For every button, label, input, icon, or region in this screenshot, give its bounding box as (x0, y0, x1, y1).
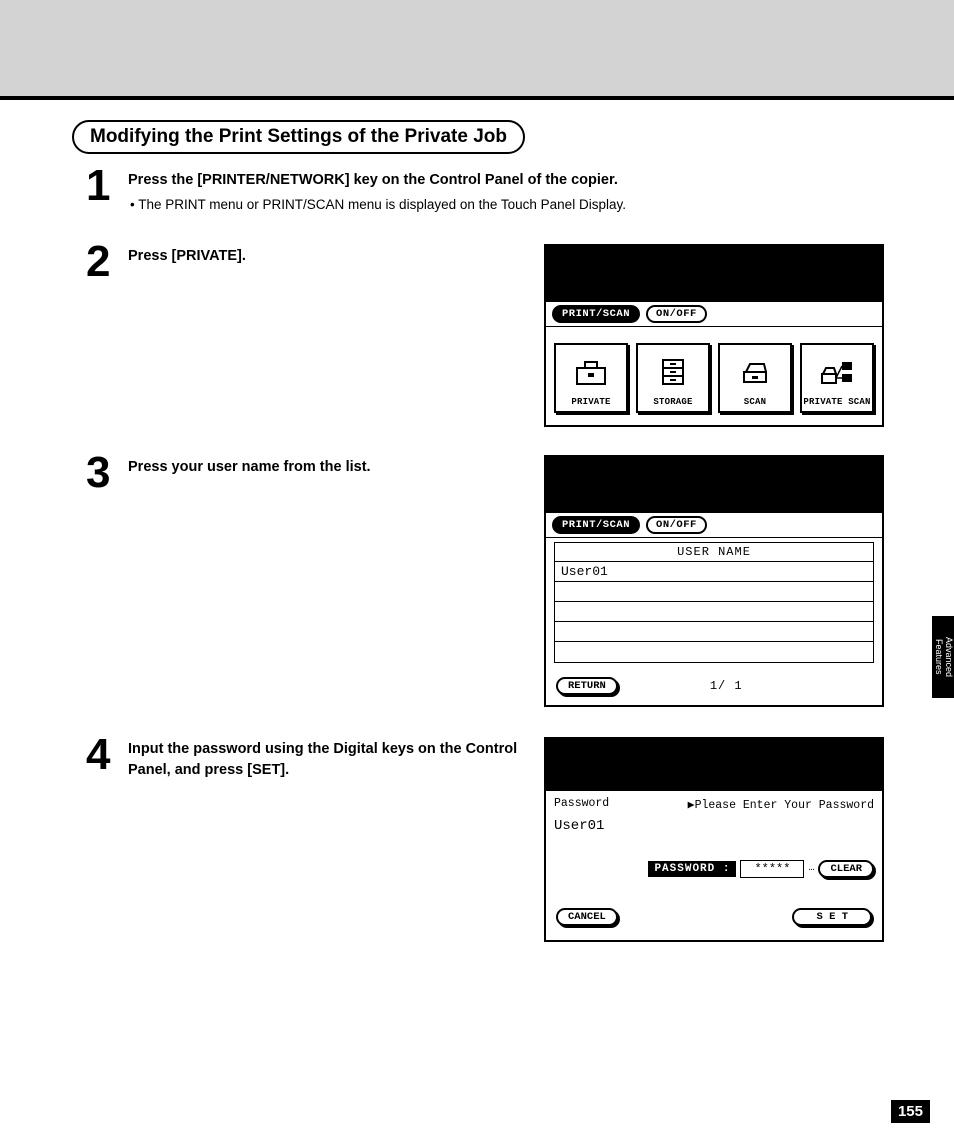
step-number: 2 (86, 240, 128, 284)
header-gray-band (0, 0, 954, 96)
user-row-empty[interactable] (555, 622, 873, 642)
step-3: 3 Press your user name from the list. PR… (86, 455, 884, 707)
panel-black-area (546, 246, 882, 302)
set-button[interactable]: S E T (792, 908, 872, 926)
password-field-label: PASSWORD : (648, 861, 736, 877)
step-instruction: Press [PRIVATE]. (128, 246, 528, 267)
panel-black-area (546, 457, 882, 513)
section-title-pill: Modifying the Print Settings of the Priv… (72, 120, 525, 154)
password-prompt: ▶Please Enter Your Password (688, 797, 874, 812)
panel-black-area (546, 739, 882, 791)
icon-label: PRIVATE (571, 397, 610, 407)
user-row[interactable]: User01 (555, 562, 873, 582)
step-number: 3 (86, 451, 128, 495)
page-indicator: 1/ 1 (710, 679, 743, 693)
step-2: 2 Press [PRIVATE]. PRINT/SCAN ON/OFF PRI… (86, 244, 884, 427)
page-number: 155 (891, 1100, 930, 1123)
icon-label: PRIVATE SCAN (803, 397, 870, 407)
password-label: Password (554, 797, 609, 812)
user-row-empty[interactable] (555, 642, 873, 662)
return-button[interactable]: RETURN (556, 677, 618, 695)
table-header: USER NAME (555, 543, 873, 562)
icon-label: STORAGE (653, 397, 692, 407)
step-instruction: Input the password using the Digital key… (128, 739, 528, 781)
on-off-button[interactable]: ON/OFF (646, 516, 707, 534)
cancel-button[interactable]: CANCEL (556, 908, 618, 926)
step-instruction: Press the [PRINTER/NETWORK] key on the C… (128, 170, 868, 191)
step-number: 4 (86, 733, 128, 777)
step-1: 1 Press the [PRINTER/NETWORK] key on the… (86, 168, 884, 216)
touch-panel-screenshot-4: Password ▶Please Enter Your Password Use… (544, 737, 884, 942)
private-scan-icon (820, 360, 854, 394)
touch-panel-screenshot-2: PRINT/SCAN ON/OFF PRIVATE STORAGE (544, 244, 884, 427)
current-user-label: User01 (554, 818, 874, 834)
print-scan-tab[interactable]: PRINT/SCAN (552, 516, 640, 534)
cabinet-icon (660, 358, 686, 394)
clear-button[interactable]: CLEAR (818, 860, 874, 878)
on-off-button[interactable]: ON/OFF (646, 305, 707, 323)
user-row-empty[interactable] (555, 582, 873, 602)
private-button[interactable]: PRIVATE (554, 343, 628, 413)
print-scan-tab[interactable]: PRINT/SCAN (552, 305, 640, 323)
storage-button[interactable]: STORAGE (636, 343, 710, 413)
private-scan-button[interactable]: PRIVATE SCAN (800, 343, 874, 413)
step-4: 4 Input the password using the Digital k… (86, 737, 884, 942)
icon-label: SCAN (744, 397, 766, 407)
header-rule (0, 96, 954, 100)
user-name-table: USER NAME User01 (554, 542, 874, 663)
section-side-tab: Advanced Features (932, 616, 954, 698)
touch-panel-screenshot-3: PRINT/SCAN ON/OFF USER NAME User01 RETUR… (544, 455, 884, 707)
user-row-empty[interactable] (555, 602, 873, 622)
step-instruction: Press your user name from the list. (128, 457, 528, 478)
scanner-icon (740, 360, 770, 394)
step-number: 1 (86, 164, 128, 208)
scan-button[interactable]: SCAN (718, 343, 792, 413)
briefcase-icon (575, 360, 607, 394)
step-bullet: • The PRINT menu or PRINT/SCAN menu is d… (128, 195, 868, 216)
password-input[interactable]: ***** (740, 860, 804, 878)
ellipsis-icon: … (808, 863, 814, 874)
